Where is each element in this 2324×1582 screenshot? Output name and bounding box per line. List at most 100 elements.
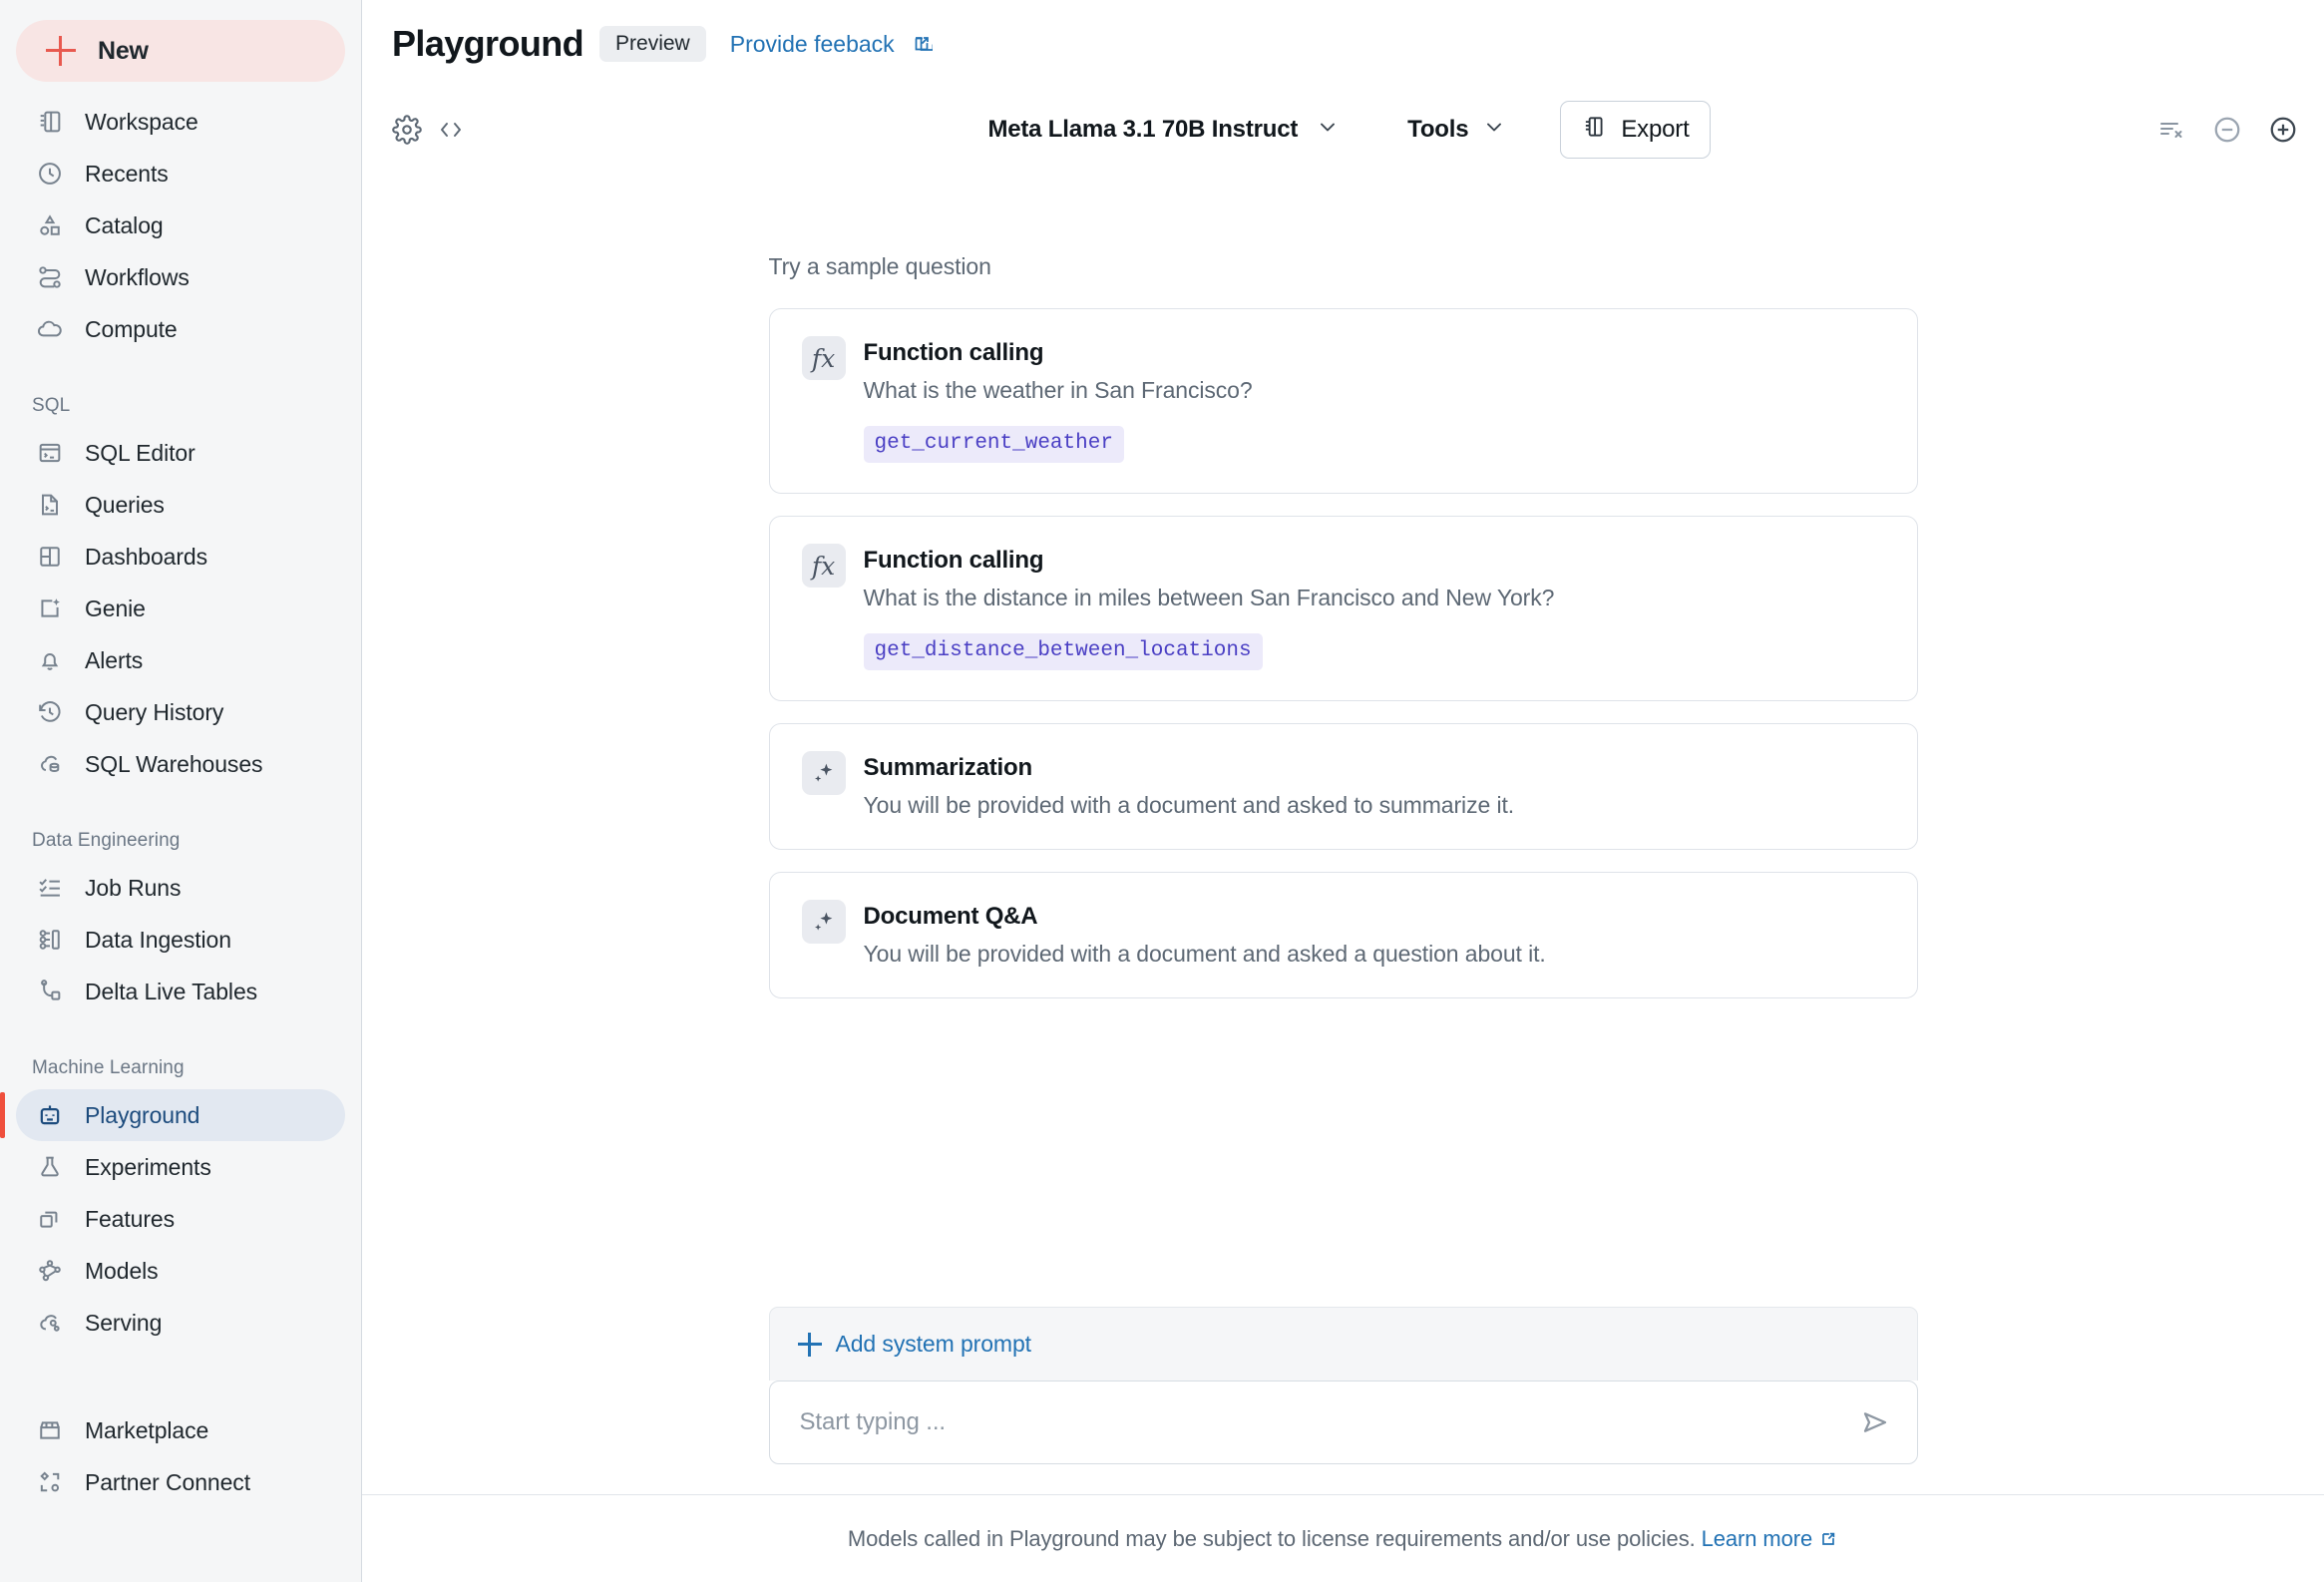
sidebar-item-workflows[interactable]: Workflows [16, 251, 345, 303]
sidebar-item-label: SQL Editor [85, 439, 195, 466]
card-description: What is the weather in San Francisco? [863, 377, 1253, 403]
flask-icon [36, 1153, 64, 1181]
sample-card-function-calling-weather[interactable]: fx Function calling What is the weather … [768, 308, 1918, 494]
sidebar-item-serving[interactable]: Serving [16, 1297, 345, 1349]
sidebar-item-queries[interactable]: Queries [16, 479, 345, 531]
serving-cloud-icon [36, 1309, 64, 1337]
footer-text: Models called in Playground may be subje… [847, 1525, 1696, 1551]
sidebar-item-playground[interactable]: Playground [0, 1089, 345, 1141]
sparkle-icon [801, 900, 846, 944]
learn-more-link[interactable]: Learn more [1702, 1526, 1813, 1552]
sidebar-item-label: Serving [85, 1309, 163, 1336]
export-button[interactable]: Export [1560, 101, 1711, 159]
new-button-label: New [98, 36, 149, 65]
sidebar-item-label: Job Runs [85, 874, 182, 901]
sidebar-group-title: Machine Learning [32, 1057, 185, 1078]
provide-feedback-link[interactable]: Provide feeback [730, 31, 934, 58]
prompt-input-row [768, 1381, 1918, 1464]
sidebar-item-alerts[interactable]: Alerts [16, 634, 345, 686]
genie-sparkle-icon [36, 594, 64, 622]
gear-icon[interactable] [392, 115, 422, 145]
code-brackets-icon[interactable] [436, 117, 466, 143]
main-area: Playground Preview Provide feeback Meta … [362, 0, 2324, 1582]
sidebar-item-data-ingestion[interactable]: Data Ingestion [16, 914, 345, 966]
sidebar-item-sql-editor[interactable]: SQL Editor [16, 427, 345, 479]
sidebar-item-query-history[interactable]: Query History [16, 686, 345, 738]
card-head: Document Q&A You will be provided with a… [801, 900, 1885, 968]
ingestion-icon [36, 926, 64, 954]
card-title: Function calling [863, 547, 1044, 574]
card-function-chip: get_current_weather [863, 426, 1124, 463]
model-selector-label: Meta Llama 3.1 70B Instruct [987, 116, 1299, 143]
card-title: Document Q&A [863, 903, 1038, 930]
sample-card-summarization[interactable]: Summarization You will be provided with … [768, 723, 1918, 850]
card-head: fx Function calling What is the weather … [801, 336, 1885, 463]
sidebar-item-label: SQL Warehouses [85, 750, 263, 777]
sidebar-item-delta-live-tables[interactable]: Delta Live Tables [16, 966, 345, 1017]
app-root: New Workspace Recents Catalog Workflows [0, 0, 2324, 1582]
warehouse-cloud-icon [36, 750, 64, 778]
sample-questions-label: Try a sample question [768, 253, 991, 279]
card-texts: Document Q&A You will be provided with a… [864, 903, 1885, 968]
card-title: Summarization [863, 754, 1033, 781]
sidebar-item-experiments[interactable]: Experiments [16, 1141, 345, 1193]
sidebar-item-label: Compute [85, 315, 178, 342]
sidebar-item-workspace[interactable]: Workspace [16, 96, 345, 148]
sample-card-function-calling-distance[interactable]: fx Function calling What is the distance… [768, 516, 1918, 701]
sidebar-group-sql: SQL SQL Editor Queries Dashboards Genie … [0, 389, 361, 790]
fx-icon: fx [801, 544, 846, 588]
bell-icon [36, 646, 64, 674]
plus-icon [797, 1332, 822, 1357]
card-description: You will be provided with a document and… [863, 792, 1515, 818]
card-description: What is the distance in miles between Sa… [863, 585, 1555, 610]
sidebar-item-job-runs[interactable]: Job Runs [16, 862, 345, 914]
page-header: Playground Preview Provide feeback [362, 0, 2324, 88]
external-link-icon [911, 33, 934, 55]
tools-selector[interactable]: Tools [1395, 107, 1518, 154]
sidebar-item-label: Playground [85, 1101, 200, 1128]
robot-icon [36, 1101, 64, 1129]
toolbar-right-controls [2156, 115, 2298, 145]
model-graph-icon [36, 1257, 64, 1285]
sidebar-item-marketplace[interactable]: Marketplace [16, 1404, 345, 1456]
send-icon[interactable] [1859, 1406, 1891, 1438]
workflow-icon [36, 263, 64, 291]
external-link-icon[interactable] [1818, 1529, 1838, 1549]
prompt-input[interactable] [799, 1408, 1859, 1436]
shapes-icon [36, 211, 64, 239]
sidebar-item-label: Workspace [85, 108, 198, 135]
sidebar-item-label: Recents [85, 160, 169, 187]
model-selector[interactable]: Meta Llama 3.1 70B Instruct [975, 107, 1352, 154]
chevron-down-icon [1316, 115, 1340, 146]
cloud-icon [36, 315, 64, 343]
sidebar-item-partner-connect[interactable]: Partner Connect [16, 1456, 345, 1508]
card-texts: Summarization You will be provided with … [864, 754, 1885, 819]
chevron-down-icon [1482, 115, 1506, 146]
add-system-prompt-label: Add system prompt [835, 1331, 1032, 1357]
new-button[interactable]: New [16, 20, 345, 82]
sidebar-item-label: Models [85, 1257, 159, 1284]
card-texts: Function calling What is the weather in … [863, 339, 1885, 463]
sidebar-item-sql-warehouses[interactable]: SQL Warehouses [16, 738, 345, 790]
remove-pane-icon[interactable] [2212, 115, 2242, 145]
composer: Add system prompt [768, 1307, 1918, 1464]
export-button-label: Export [1621, 116, 1690, 143]
sidebar-item-features[interactable]: Features [16, 1193, 345, 1245]
sidebar-item-label: Partner Connect [85, 1468, 250, 1495]
sidebar-item-dashboards[interactable]: Dashboards [16, 531, 345, 583]
content-area: Try a sample question fx Function callin… [362, 172, 2324, 1582]
sidebar-item-catalog[interactable]: Catalog [16, 199, 345, 251]
card-head: fx Function calling What is the distance… [801, 544, 1885, 670]
sidebar-item-compute[interactable]: Compute [16, 303, 345, 355]
add-pane-icon[interactable] [2268, 115, 2298, 145]
sidebar-item-recents[interactable]: Recents [16, 148, 345, 199]
sidebar-item-label: Genie [85, 594, 146, 621]
add-system-prompt-button[interactable]: Add system prompt [768, 1307, 1918, 1381]
sidebar-group-title: Data Engineering [32, 830, 181, 851]
sample-card-document-qa[interactable]: Document Q&A You will be provided with a… [768, 872, 1918, 998]
plus-icon [46, 36, 76, 66]
sidebar-item-genie[interactable]: Genie [16, 583, 345, 634]
sidebar-group-data-engineering: Data Engineering Job Runs Data Ingestion… [0, 824, 361, 1017]
sidebar-item-models[interactable]: Models [16, 1245, 345, 1297]
clear-all-icon[interactable] [2156, 117, 2186, 143]
